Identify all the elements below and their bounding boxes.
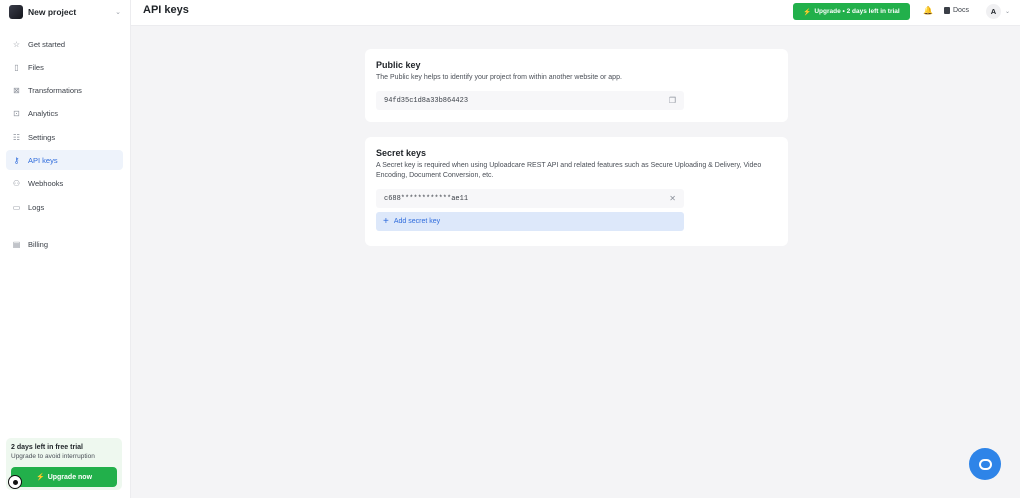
lightning-icon: ⚡ <box>803 8 812 16</box>
upgrade-now-button[interactable]: ⚡ Upgrade now <box>11 467 117 487</box>
project-name: New project <box>28 7 77 17</box>
upgrade-trial-button[interactable]: ⚡ Upgrade • 2 days left in trial <box>793 3 910 20</box>
sidebar-item-files[interactable]: ▯ Files <box>6 57 123 77</box>
sidebar-item-label: Transformations <box>28 86 82 96</box>
secret-key-field[interactable]: c688************ae11 ✕ <box>376 189 684 208</box>
webhook-icon: ⚇ <box>12 179 21 189</box>
billing-icon: ▤ <box>12 239 21 249</box>
secret-keys-description: A Secret key is required when using Uplo… <box>376 162 762 179</box>
transform-icon: ⊠ <box>13 86 20 96</box>
sidebar-nav: ☆ Get started ▯ Files ⊠ Transformations … <box>6 34 123 258</box>
public-key-field[interactable]: 94fd35c1d8a33b864423 ❐ <box>376 91 684 110</box>
sidebar-item-label: Billing <box>28 239 49 249</box>
logs-icon: ▭ <box>12 202 21 212</box>
sidebar-item-billing[interactable]: ▤ Billing <box>6 234 123 254</box>
sidebar-item-api-keys[interactable]: ⚷ API keys <box>6 150 123 171</box>
file-icon: ▯ <box>14 62 19 72</box>
public-key-description: The Public key helps to identify your pr… <box>376 74 622 81</box>
add-secret-key-label: Add secret key <box>393 218 441 225</box>
secret-keys-card: Secret keys A Secret key is required whe… <box>365 137 788 246</box>
sidebar-item-transformations[interactable]: ⊠ Transformations <box>6 81 123 101</box>
secret-key-value: c688************ae11 <box>384 194 469 203</box>
lightning-icon: ⚡ <box>35 474 45 481</box>
sidebar-item-label: Get started <box>28 39 66 49</box>
project-logo <box>9 5 23 19</box>
sidebar-item-logs[interactable]: ▭ Logs <box>6 197 123 217</box>
sidebar-item-label: Analytics <box>28 109 59 119</box>
chevron-down-icon: ⌄ <box>115 9 121 16</box>
public-key-card: Public key The Public key helps to ident… <box>365 49 788 122</box>
star-icon: ☆ <box>12 39 21 49</box>
trial-subtitle: Upgrade to avoid interruption <box>11 453 95 460</box>
top-header: API keys ⚡ Upgrade • 2 days left in tria… <box>131 0 1020 26</box>
sidebar-item-settings[interactable]: ☷ Settings <box>6 127 123 147</box>
chevron-down-icon[interactable]: ⌄ <box>1005 8 1010 15</box>
add-secret-key-button[interactable]: + Add secret key <box>376 212 684 231</box>
sidebar-item-label: Files <box>28 62 44 72</box>
sidebar-item-label: Webhooks <box>28 179 64 189</box>
sidebar-item-analytics[interactable]: ⊡ Analytics <box>6 104 123 124</box>
public-key-title: Public key <box>376 60 421 70</box>
avatar[interactable]: A <box>986 4 1001 19</box>
upgrade-now-label: Upgrade now <box>47 473 93 481</box>
chat-button[interactable] <box>969 448 1001 480</box>
upgrade-trial-label: Upgrade • 2 days left in trial <box>814 8 900 15</box>
trial-title: 2 days left in free trial <box>11 444 83 451</box>
page-title: API keys <box>143 4 189 16</box>
sidebar-item-label: Settings <box>28 132 56 142</box>
sidebar-item-label: Logs <box>28 202 45 212</box>
sidebar-item-get-started[interactable]: ☆ Get started <box>6 34 123 54</box>
docs-label: Docs <box>953 7 969 14</box>
docs-link[interactable]: Docs <box>944 7 969 14</box>
secret-keys-title: Secret keys <box>376 148 427 158</box>
sidebar-item-webhooks[interactable]: ⚇ Webhooks <box>6 174 123 194</box>
sidebar-item-label: API keys <box>28 155 58 165</box>
record-icon[interactable] <box>8 475 22 489</box>
key-icon: ⚷ <box>13 155 20 165</box>
sidebar: New project ⌄ ☆ Get started ▯ Files ⊠ Tr… <box>0 0 131 498</box>
chat-bubble-icon <box>978 458 992 470</box>
project-switcher[interactable]: New project ⌄ <box>9 5 121 19</box>
bell-icon[interactable]: 🔔 <box>923 6 933 15</box>
analytics-icon: ⊡ <box>13 109 20 119</box>
public-key-value: 94fd35c1d8a33b864423 <box>384 96 469 105</box>
book-icon <box>944 7 950 14</box>
close-icon[interactable]: ✕ <box>669 194 676 203</box>
plus-icon: + <box>383 215 389 227</box>
trial-card: 2 days left in free trial Upgrade to avo… <box>6 438 122 490</box>
copy-icon[interactable]: ❐ <box>669 96 676 105</box>
settings-icon: ☷ <box>12 132 21 142</box>
